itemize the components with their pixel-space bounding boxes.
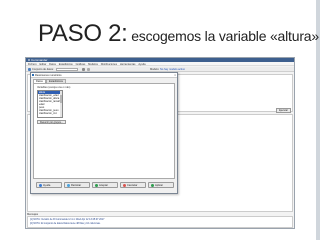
app-icon xyxy=(32,74,34,76)
apply-button[interactable]: Aplicar xyxy=(148,182,174,188)
summarize-by-groups-button[interactable]: Resumir por grupos... xyxy=(37,120,66,124)
slide-title-step: PASO 2: xyxy=(38,20,128,47)
close-icon[interactable]: × xyxy=(174,73,176,77)
help-button[interactable]: Ayuda xyxy=(36,182,62,188)
ok-button-label: Aceptar xyxy=(99,184,108,187)
reset-button[interactable]: Reiniciar xyxy=(64,182,90,188)
apply-button-label: Aplicar xyxy=(155,184,163,187)
slide-title: PASO 2: escogemos la variable «altura» xyxy=(38,22,319,46)
menu-bar: Fichero Editar Datos Estadísticos Gráfic… xyxy=(26,62,294,66)
message-line: [2] NOTA: El conjunto de datos Datos tie… xyxy=(30,222,101,225)
apply-icon xyxy=(151,183,154,187)
check-icon xyxy=(95,183,98,187)
cancel-button-label: Cancelar xyxy=(127,184,138,187)
rcommander-screenshot: R Commander Fichero Editar Datos Estadís… xyxy=(25,57,295,229)
help-button-label: Ayuda xyxy=(43,184,51,187)
numerical-summaries-dialog: Resúmenes numéricos × Datos Estadísticos… xyxy=(30,72,178,194)
help-icon xyxy=(39,183,42,187)
message-line: [1] NOTA: Versión de R Commander 2.4-1: … xyxy=(30,218,105,221)
submit-button[interactable]: Ejecutar xyxy=(276,108,291,113)
slide: PASO 2: escogemos la variable «altura» R… xyxy=(0,0,320,240)
cancel-icon xyxy=(123,183,126,187)
cancel-button[interactable]: Cancelar xyxy=(120,182,146,188)
slide-title-description: escogemos la variable «altura» xyxy=(127,28,319,44)
variables-label: Variables (escoja una o más) xyxy=(37,86,71,89)
view-dataset-icon[interactable] xyxy=(87,68,90,71)
model-label: Modelo: xyxy=(150,68,160,71)
dialog-title: Resúmenes numéricos xyxy=(35,74,62,77)
dataset-icon xyxy=(28,68,31,71)
dialog-titlebar: Resúmenes numéricos × xyxy=(31,73,177,78)
reset-icon xyxy=(67,183,70,187)
messages-window: [1] NOTA: Versión de R Commander 2.4-1: … xyxy=(27,216,293,228)
variable-item[interactable]: clasificacion_imc xyxy=(38,112,62,115)
reset-button-label: Reiniciar xyxy=(71,184,82,187)
model-value[interactable]: No hay modelo activo xyxy=(160,68,185,71)
dataset-selector[interactable] xyxy=(56,68,78,71)
edit-dataset-icon[interactable] xyxy=(82,68,85,71)
dataset-label: Conjunto de datos: xyxy=(32,68,54,71)
ok-button[interactable]: Aceptar xyxy=(92,182,118,188)
variables-listbox[interactable]: altura clasificacion_edad clasificacion_… xyxy=(37,90,63,118)
dialog-panel: Variables (escoja una o más) altura clas… xyxy=(33,83,175,179)
dialog-button-row: Ayuda Reiniciar Aceptar Cancelar Aplicar xyxy=(33,181,175,189)
listbox-scrollbar[interactable] xyxy=(60,91,62,117)
